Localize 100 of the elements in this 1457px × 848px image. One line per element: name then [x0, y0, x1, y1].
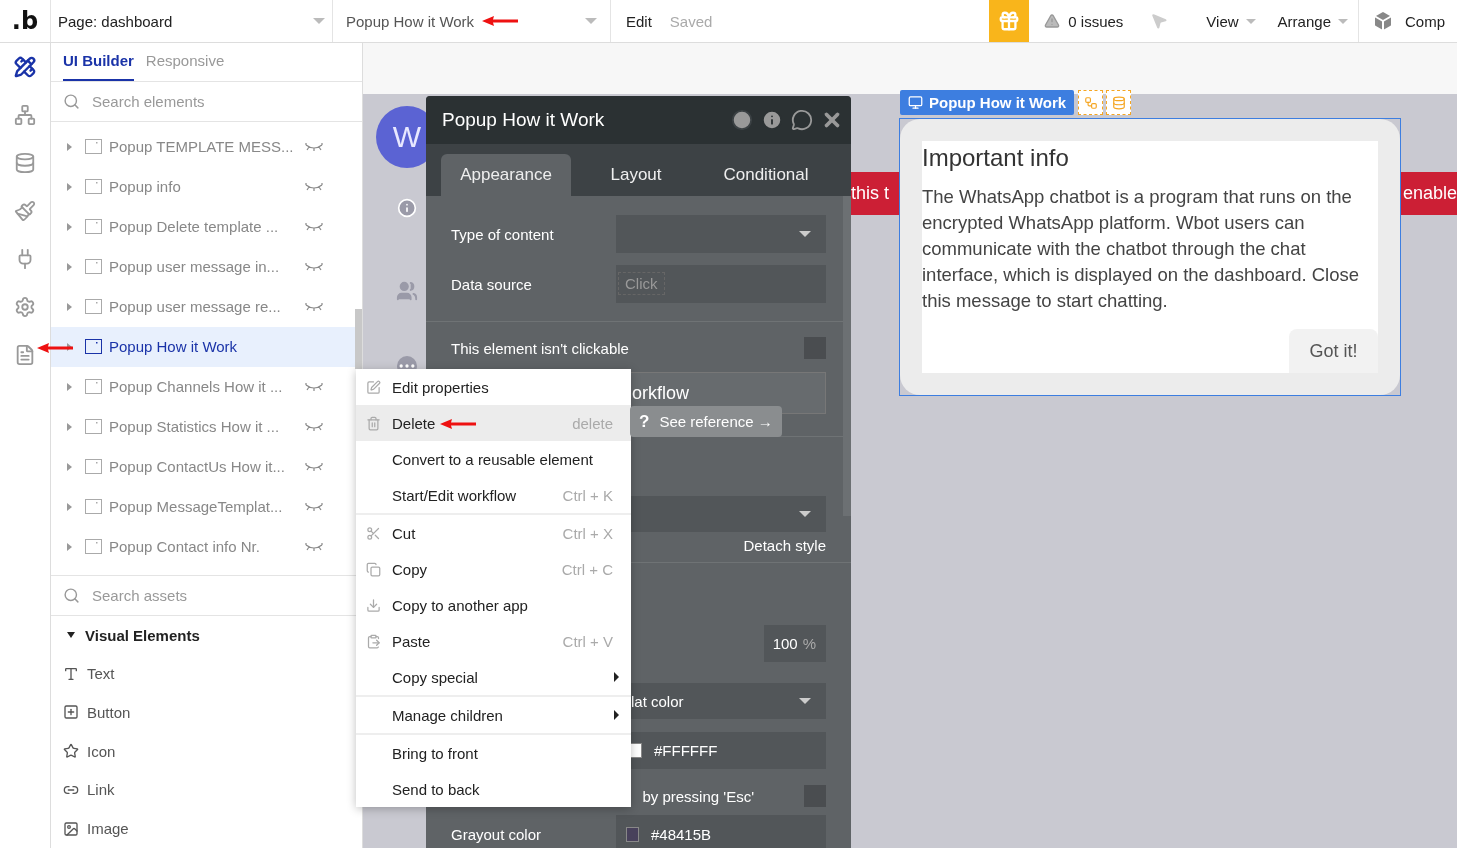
gift-button[interactable] [989, 0, 1030, 42]
element-tree-item[interactable]: Popup ContactUs How it... [51, 446, 356, 487]
asset-item[interactable]: Image [51, 809, 362, 848]
people-icon [396, 280, 418, 302]
panel-tab[interactable]: Appearance [441, 154, 571, 196]
eye-closed-icon[interactable] [305, 462, 323, 471]
search-icon [63, 92, 80, 110]
edit-link[interactable]: Edit [626, 12, 652, 30]
scrollbar[interactable] [843, 196, 851, 516]
logo[interactable]: .b [11, 7, 39, 35]
panel-tab[interactable]: Conditional [701, 154, 831, 196]
sidebar-tab[interactable]: UI Builder [63, 43, 134, 81]
eye-closed-icon[interactable] [305, 382, 323, 391]
star-icon [63, 743, 79, 760]
search-field[interactable]: Search assets [90, 585, 330, 605]
arrow-icon [37, 343, 73, 353]
scissors-icon [366, 525, 381, 541]
edit-icon [366, 379, 381, 395]
menu-item[interactable]: Convert to a reusable element [356, 441, 631, 477]
info-icon[interactable] [761, 109, 783, 131]
menu-button[interactable]: Arrange [1277, 12, 1331, 30]
element-tree-item[interactable]: Popup user message re... [51, 286, 356, 327]
arrow-icon [440, 419, 476, 429]
selection-tag: Popup How it Work [900, 90, 1075, 115]
document-icon[interactable] [14, 344, 36, 366]
element-icon [85, 219, 102, 235]
menu-item[interactable]: Delete delete [356, 405, 631, 441]
image-icon [63, 820, 79, 837]
popup-icon [908, 95, 923, 110]
got-it-button[interactable]: Got it! [1289, 329, 1378, 373]
menu-item[interactable]: Send to back [356, 771, 631, 807]
database-icon[interactable] [1106, 90, 1131, 115]
element-tree-item[interactable]: Popup MessageTemplat... [51, 486, 356, 527]
gift-icon [998, 10, 1021, 32]
eye-closed-icon[interactable] [305, 222, 323, 231]
trash-icon [366, 415, 381, 431]
element-tree-item[interactable]: Popup Contact info Nr. [51, 526, 356, 567]
menu-button[interactable]: View [1206, 12, 1239, 30]
panel-tab[interactable]: Layout [571, 154, 701, 196]
search-icon [63, 586, 80, 604]
eye-closed-icon[interactable] [305, 182, 323, 191]
eye-closed-icon[interactable] [305, 142, 323, 151]
field-label: Type of content [451, 225, 554, 243]
brush-icon[interactable] [14, 200, 36, 222]
color-field[interactable]: #48415B [616, 815, 826, 848]
issues-link[interactable]: 0 issues [1068, 12, 1124, 30]
detach-style-link[interactable]: Detach style [743, 536, 826, 554]
element-selector[interactable]: Popup How it Work [346, 12, 475, 30]
field-label: This element isn't clickable [451, 339, 629, 357]
scrollbar[interactable] [355, 309, 362, 369]
eye-closed-icon[interactable] [305, 262, 323, 271]
design-icon[interactable] [14, 56, 36, 78]
button-icon [63, 704, 79, 721]
eye-closed-icon[interactable] [305, 422, 323, 431]
menu-item[interactable]: Edit properties [356, 369, 631, 405]
settings-icon[interactable] [14, 296, 36, 318]
element-icon [85, 419, 102, 435]
element-icon [85, 259, 102, 275]
menu-item[interactable]: Copy Ctrl + C [356, 551, 631, 587]
menu-item[interactable]: Copy special [356, 659, 631, 695]
download-icon [366, 597, 381, 613]
element-icon [85, 299, 102, 315]
element-tree-item[interactable]: Popup How it Work [51, 326, 356, 367]
field-label: by pressing 'Esc' [642, 787, 754, 805]
paste-icon [366, 633, 381, 649]
copy-icon [366, 561, 381, 577]
menu-item[interactable]: Cut Ctrl + X [356, 515, 631, 551]
search-field[interactable]: Search elements [90, 91, 330, 111]
info-icon [397, 198, 417, 218]
panel-title: Popup How it Work [442, 109, 606, 131]
page-selector[interactable]: Page: dashboard [58, 12, 173, 30]
menu-item[interactable]: Bring to front [356, 735, 631, 771]
popup-title: Important info [922, 144, 1070, 172]
group-heading[interactable]: Visual Elements [85, 626, 200, 644]
menu-item[interactable]: Start/Edit workflow Ctrl + K [356, 477, 631, 513]
database-icon[interactable] [14, 152, 36, 174]
menu-item[interactable]: Paste Ctrl + V [356, 623, 631, 659]
eye-closed-icon[interactable] [305, 302, 323, 311]
element-icon [85, 499, 102, 515]
save-status: Saved [669, 12, 713, 30]
components-menu[interactable]: Comp [1405, 12, 1445, 30]
eye-closed-icon[interactable] [305, 502, 323, 511]
element-icon [85, 379, 102, 395]
arrow-icon [482, 16, 519, 26]
element-tree-item[interactable]: Popup Statistics How it ... [51, 406, 356, 447]
comment-icon[interactable] [791, 109, 813, 131]
field-label: Grayout color [451, 825, 542, 843]
menu-item[interactable]: Copy to another app [356, 587, 631, 623]
element-tree-item[interactable]: Popup user message in... [51, 246, 356, 287]
element-icon [85, 179, 102, 195]
eye-closed-icon[interactable] [305, 542, 323, 551]
element-tree-item[interactable]: Popup info [51, 166, 356, 207]
element-tree-item[interactable]: Popup Delete template ... [51, 206, 356, 247]
element-tree-item[interactable]: Popup Channels How it ... [51, 366, 356, 407]
menu-item[interactable]: Manage children [356, 697, 631, 733]
opacity-field[interactable]: 100 % [764, 625, 826, 662]
sitemap-icon[interactable] [14, 104, 36, 126]
element-tree-item[interactable]: Popup TEMPLATE MESS... [51, 126, 356, 167]
workflow-icon[interactable] [1078, 90, 1103, 115]
warning-icon [1044, 13, 1061, 29]
